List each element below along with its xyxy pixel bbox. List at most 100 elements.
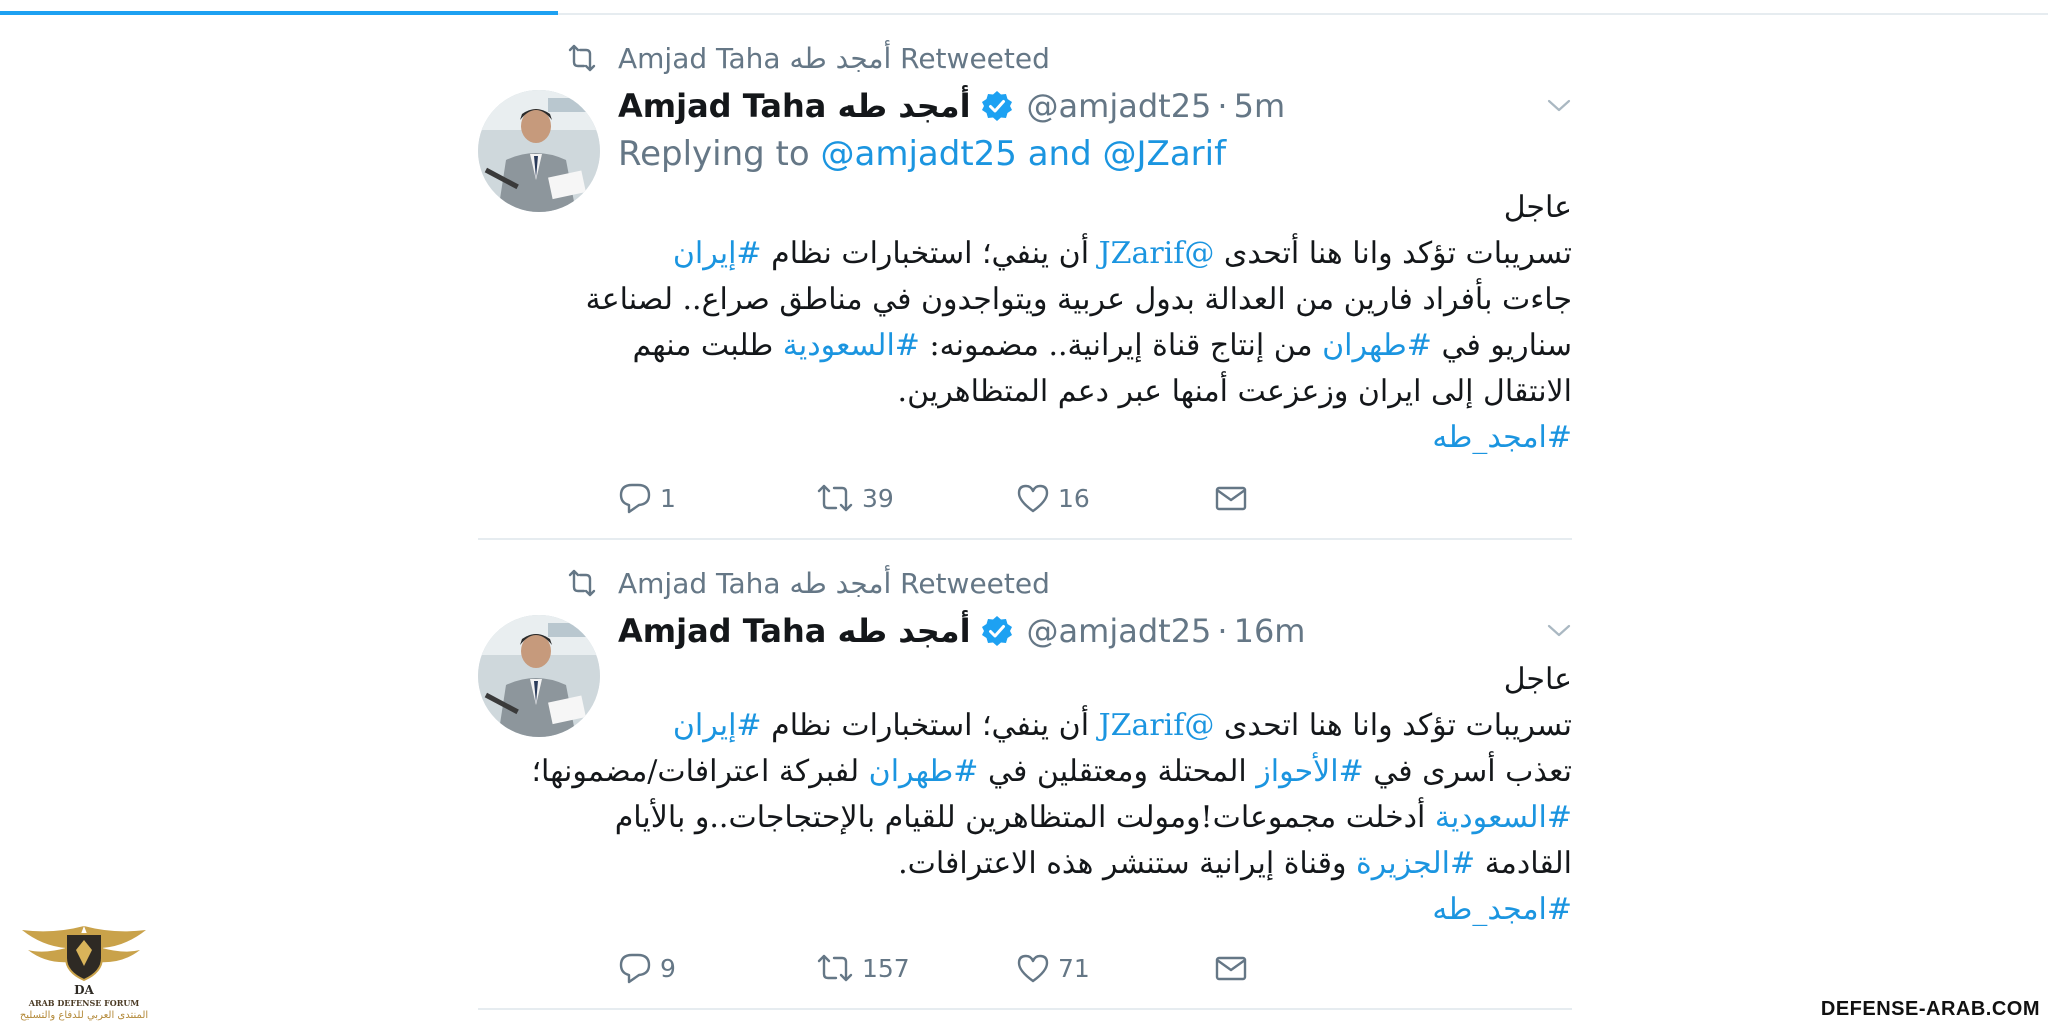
- retweet-count: 39: [862, 483, 894, 513]
- text-segment: من إنتاج قناة إيرانية.. مضمونه:: [919, 328, 1323, 363]
- author-handle[interactable]: @amjadt25: [1027, 87, 1212, 125]
- replying-to: Replying to @amjadt25 and @JZarif: [618, 134, 1226, 174]
- tweet-header: Amjad Taha أمجد طه @amjadt25 · 5m: [618, 84, 1285, 128]
- forum-logo: DA ARAB DEFENSE FORUM المنتدى العربي للد…: [14, 920, 154, 1026]
- retweet-icon: [817, 954, 853, 982]
- hashtag-link[interactable]: #إيران: [673, 236, 762, 271]
- text-segment: وقناة إيرانية ستنشر هذه الاعترافات.: [898, 846, 1356, 881]
- text-segment: القادمة: [1475, 846, 1572, 881]
- hashtag-link[interactable]: #امجد_طه: [1432, 420, 1572, 455]
- retweet-count: 157: [862, 953, 910, 983]
- reply-icon: [619, 483, 651, 514]
- tweet-text-line: #امجد_طه: [618, 415, 1572, 461]
- tweet-header: Amjad Taha أمجد طه @amjadt25 · 16m: [618, 609, 1305, 653]
- text-segment: طلبت منهم: [632, 328, 783, 363]
- replying-to-label: Replying to: [618, 134, 810, 174]
- tweet-actions: 9 157 71: [618, 948, 1298, 988]
- direct-message-icon: [1215, 956, 1247, 981]
- text-segment: الانتقال إلى ايران وزعزعت أمنها عبر دعم …: [897, 374, 1572, 409]
- reply-button[interactable]: 1: [618, 478, 676, 518]
- direct-message-icon: [1215, 486, 1247, 511]
- hashtag-link[interactable]: #طهران: [869, 754, 979, 789]
- author-name[interactable]: Amjad Taha أمجد طه: [618, 612, 971, 650]
- tweet-text-line: تسريبات تؤكد وانا هنا اتحدى @JZarif أن ي…: [618, 703, 1572, 749]
- verified-badge-icon: [981, 616, 1012, 646]
- separator-dot: ·: [1217, 612, 1228, 650]
- text-segment: عاجل: [1503, 190, 1572, 225]
- retweet-context[interactable]: Amjad Taha أمجد طه Retweeted: [618, 40, 1050, 76]
- text-segment: أن ينفي؛ استخبارات نظام: [761, 708, 1099, 743]
- tweet-text-line: سناريو في #طهران من إنتاج قناة إيرانية..…: [618, 323, 1572, 369]
- forum-logo-title: ARAB DEFENSE FORUM: [28, 998, 140, 1008]
- like-button[interactable]: 71: [1016, 948, 1090, 988]
- like-count: 71: [1058, 953, 1090, 983]
- text-segment: تعذب أسرى في: [1363, 754, 1572, 789]
- tweet-text: عاجل تسريبات تؤكد وانا هنا اتحدى @JZarif …: [532, 657, 1572, 933]
- text-segment: تسريبات تؤكد وانا هنا أتحدى: [1214, 236, 1572, 271]
- tweet-text-line: #السعودية أدخلت مجموعات!ومولت المتظاهرين…: [614, 795, 1572, 841]
- reply-count: 1: [660, 483, 676, 513]
- tweet-text-line: جاءت بأفراد فارين من العدالة بدول عربية …: [586, 277, 1572, 323]
- avatar-photo: [478, 90, 600, 212]
- hashtag-link[interactable]: #طهران: [1322, 328, 1432, 363]
- direct-message-button[interactable]: [1214, 478, 1256, 518]
- tweet-text-line: عاجل: [618, 185, 1572, 231]
- avatar[interactable]: [478, 615, 600, 737]
- hashtag-link[interactable]: #امجد_طه: [1432, 892, 1572, 927]
- like-button[interactable]: 16: [1016, 478, 1090, 518]
- hashtag-link[interactable]: #إيران: [673, 708, 762, 743]
- text-segment: المحتلة ومعتقلين في: [978, 754, 1257, 789]
- reply-button[interactable]: 9: [618, 948, 676, 988]
- avatar-photo: [478, 615, 600, 737]
- text-segment: عاجل: [1503, 662, 1572, 697]
- author-name[interactable]: Amjad Taha أمجد طه: [618, 87, 971, 125]
- mention-link[interactable]: @JZarif: [1099, 236, 1215, 271]
- text-segment: أدخلت مجموعات!ومولت المتظاهرين للقيام با…: [614, 800, 1435, 835]
- loading-progress-bar: [0, 11, 558, 15]
- hashtag-link[interactable]: #الجزيرة: [1356, 846, 1475, 881]
- tweet-divider: [478, 538, 1572, 540]
- tweet-text-line: عاجل: [618, 657, 1572, 703]
- reply-icon: [619, 953, 651, 984]
- mention-link[interactable]: @JZarif: [1099, 708, 1215, 743]
- author-handle[interactable]: @amjadt25: [1027, 612, 1212, 650]
- tweet-actions: 1 39 16: [618, 478, 1298, 518]
- tweet-text-line: تسريبات تؤكد وانا هنا أتحدى @JZarif أن ي…: [618, 231, 1572, 277]
- hashtag-link[interactable]: #السعودية: [1435, 800, 1572, 835]
- retweet-context[interactable]: Amjad Taha أمجد طه Retweeted: [618, 565, 1050, 601]
- chevron-down-icon[interactable]: [1546, 94, 1572, 116]
- tweet[interactable]: Amjad Taha أمجد طه Retweeted Amjad Taha …: [478, 40, 1572, 540]
- separator-dot: ·: [1217, 87, 1228, 125]
- text-segment: أن ينفي؛ استخبارات نظام: [761, 236, 1099, 271]
- tweet-text-line: القادمة #الجزيرة وقناة إيرانية ستنشر هذه…: [618, 841, 1572, 887]
- text-segment: سناريو في: [1431, 328, 1572, 363]
- text-segment: تسريبات تؤكد وانا هنا اتحدى: [1214, 708, 1572, 743]
- tweet-timestamp[interactable]: 5m: [1234, 87, 1286, 125]
- reply-count: 9: [660, 953, 676, 983]
- like-icon: [1017, 484, 1049, 513]
- chevron-down-icon[interactable]: [1546, 619, 1572, 641]
- site-watermark: DEFENSE-ARAB.COM: [1820, 998, 2040, 1020]
- tweet-text-line: تعذب أسرى في #الأحواز المحتلة ومعتقلين ف…: [532, 749, 1572, 795]
- forum-emblem-icon: DA: [22, 926, 146, 997]
- tweet-text-line: #امجد_طه: [618, 887, 1572, 933]
- direct-message-button[interactable]: [1214, 948, 1256, 988]
- tweet[interactable]: Amjad Taha أمجد طه Retweeted Amjad Taha …: [478, 565, 1572, 1010]
- retweet-button[interactable]: 157: [816, 948, 910, 988]
- retweet-icon: [568, 569, 596, 597]
- tweet-timestamp[interactable]: 16m: [1234, 612, 1306, 650]
- replying-to-links[interactable]: @amjadt25 and @JZarif: [821, 134, 1227, 174]
- like-count: 16: [1058, 483, 1090, 513]
- avatar[interactable]: [478, 90, 600, 212]
- tweet-text: عاجل تسريبات تؤكد وانا هنا أتحدى @JZarif …: [586, 185, 1572, 461]
- hashtag-link[interactable]: #السعودية: [783, 328, 920, 363]
- tweet-divider: [478, 1008, 1572, 1010]
- text-segment: جاءت بأفراد فارين من العدالة بدول عربية …: [585, 282, 1572, 317]
- hashtag-link[interactable]: #الأحواز: [1256, 754, 1363, 789]
- like-icon: [1017, 954, 1049, 983]
- text-segment: لفبركة اعترافات/مضمونها؛: [531, 754, 869, 789]
- forum-logo-initials: DA: [74, 983, 94, 997]
- retweet-button[interactable]: 39: [816, 478, 894, 518]
- tweet-text-line: الانتقال إلى ايران وزعزعت أمنها عبر دعم …: [618, 369, 1572, 415]
- verified-badge-icon: [981, 91, 1012, 121]
